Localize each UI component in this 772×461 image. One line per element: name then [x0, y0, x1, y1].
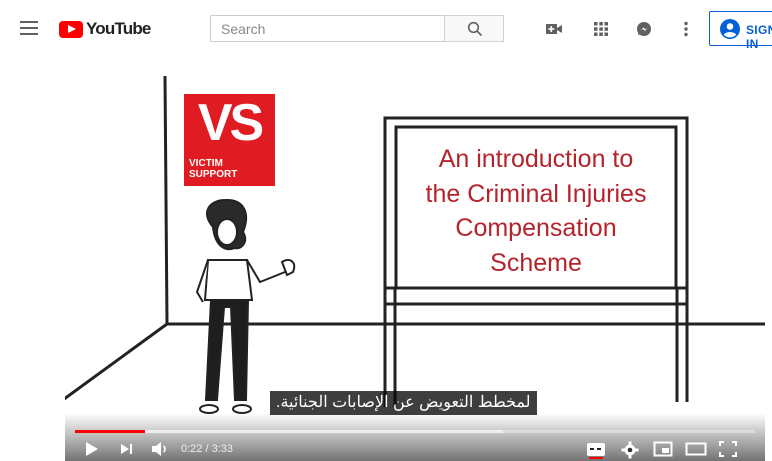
more-vert-icon[interactable]	[677, 20, 695, 38]
settings-icon[interactable]	[621, 441, 639, 459]
vs-letters: VS	[198, 94, 263, 152]
time-total: 3:33	[211, 443, 234, 455]
board-line-3: Compensation	[455, 214, 616, 242]
play-icon[interactable]	[85, 441, 99, 457]
miniplayer-icon[interactable]	[653, 441, 673, 457]
vs-line1: VICTIM	[189, 158, 223, 169]
played-fill	[75, 430, 146, 433]
subtitles-icon[interactable]	[586, 441, 606, 459]
presenter-illustration	[195, 198, 296, 414]
progress-bar[interactable]	[75, 430, 755, 433]
youtube-logo[interactable]: YouTube	[59, 19, 151, 38]
player-controls: 0:22 / 3:33	[65, 413, 765, 461]
board-line-2: the Criminal Injuries	[426, 180, 647, 208]
sign-in-label: SIGN IN	[746, 23, 772, 51]
sign-in-button[interactable]: SIGN IN	[709, 11, 772, 51]
create-video-icon[interactable]	[545, 20, 563, 38]
youtube-wordmark: YouTube	[86, 19, 151, 38]
youtube-play-icon	[59, 20, 83, 38]
volume-icon[interactable]	[151, 441, 169, 457]
search-button[interactable]	[444, 15, 504, 42]
time-current: 0:22	[181, 443, 203, 455]
board-line-4: Scheme	[490, 249, 582, 277]
time-separator: /	[205, 443, 209, 455]
next-icon[interactable]	[120, 441, 134, 457]
victim-support-logo: VS VICTIM SUPPORT	[184, 94, 275, 186]
board-line-1: An introduction to	[439, 145, 634, 173]
fullscreen-icon[interactable]	[719, 441, 737, 457]
caption-text: لمخطط التعويض عن الإصابات الجنائية.	[270, 391, 537, 415]
search-input[interactable]	[211, 16, 444, 41]
vs-line2: SUPPORT	[189, 169, 237, 180]
account-circle-icon	[720, 19, 740, 39]
search-box	[210, 15, 444, 42]
theater-mode-icon[interactable]	[685, 441, 707, 457]
video-player[interactable]: VS VICTIM SUPPORT An introduction to the…	[65, 62, 765, 461]
menu-icon[interactable]	[20, 21, 38, 35]
messages-icon[interactable]	[635, 20, 653, 38]
search-icon	[467, 21, 483, 37]
apps-grid-icon[interactable]	[592, 20, 610, 38]
time-display: 0:22 / 3:33	[181, 443, 233, 455]
subtitles-active-indicator	[589, 457, 603, 459]
masthead: YouTube SIGN IN	[0, 0, 772, 58]
